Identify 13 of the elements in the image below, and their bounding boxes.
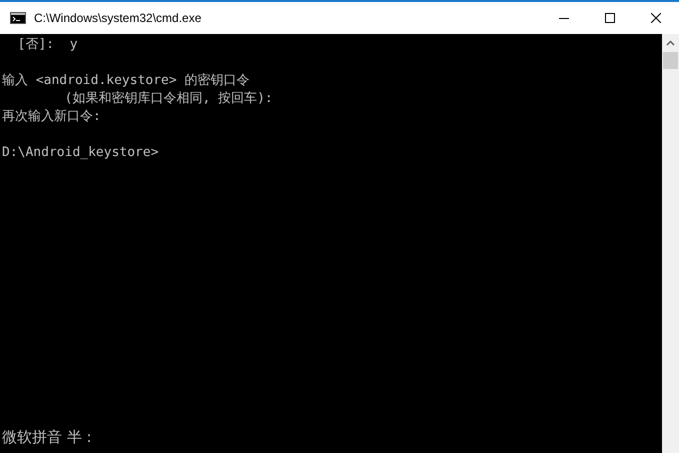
scrollbar[interactable] [662,34,679,453]
window-title: C:\Windows\system32\cmd.exe [34,11,202,25]
console-line: 输入 <android.keystore> 的密钥口令 [2,72,251,90]
scrollbar-thumb[interactable] [663,52,678,69]
console-line: D:\Android_keystore> [2,144,160,162]
console-line: (如果和密钥库口令相同, 按回车): [64,90,274,108]
console-line: [否]: y [16,36,79,54]
ime-status-text: 微软拼音 半 : [2,428,93,447]
console-app-icon [10,12,26,24]
scroll-up-icon[interactable] [666,40,675,46]
console-line: 再次输入新口令: [2,108,102,126]
close-icon [651,13,661,23]
maximize-icon [605,13,615,23]
